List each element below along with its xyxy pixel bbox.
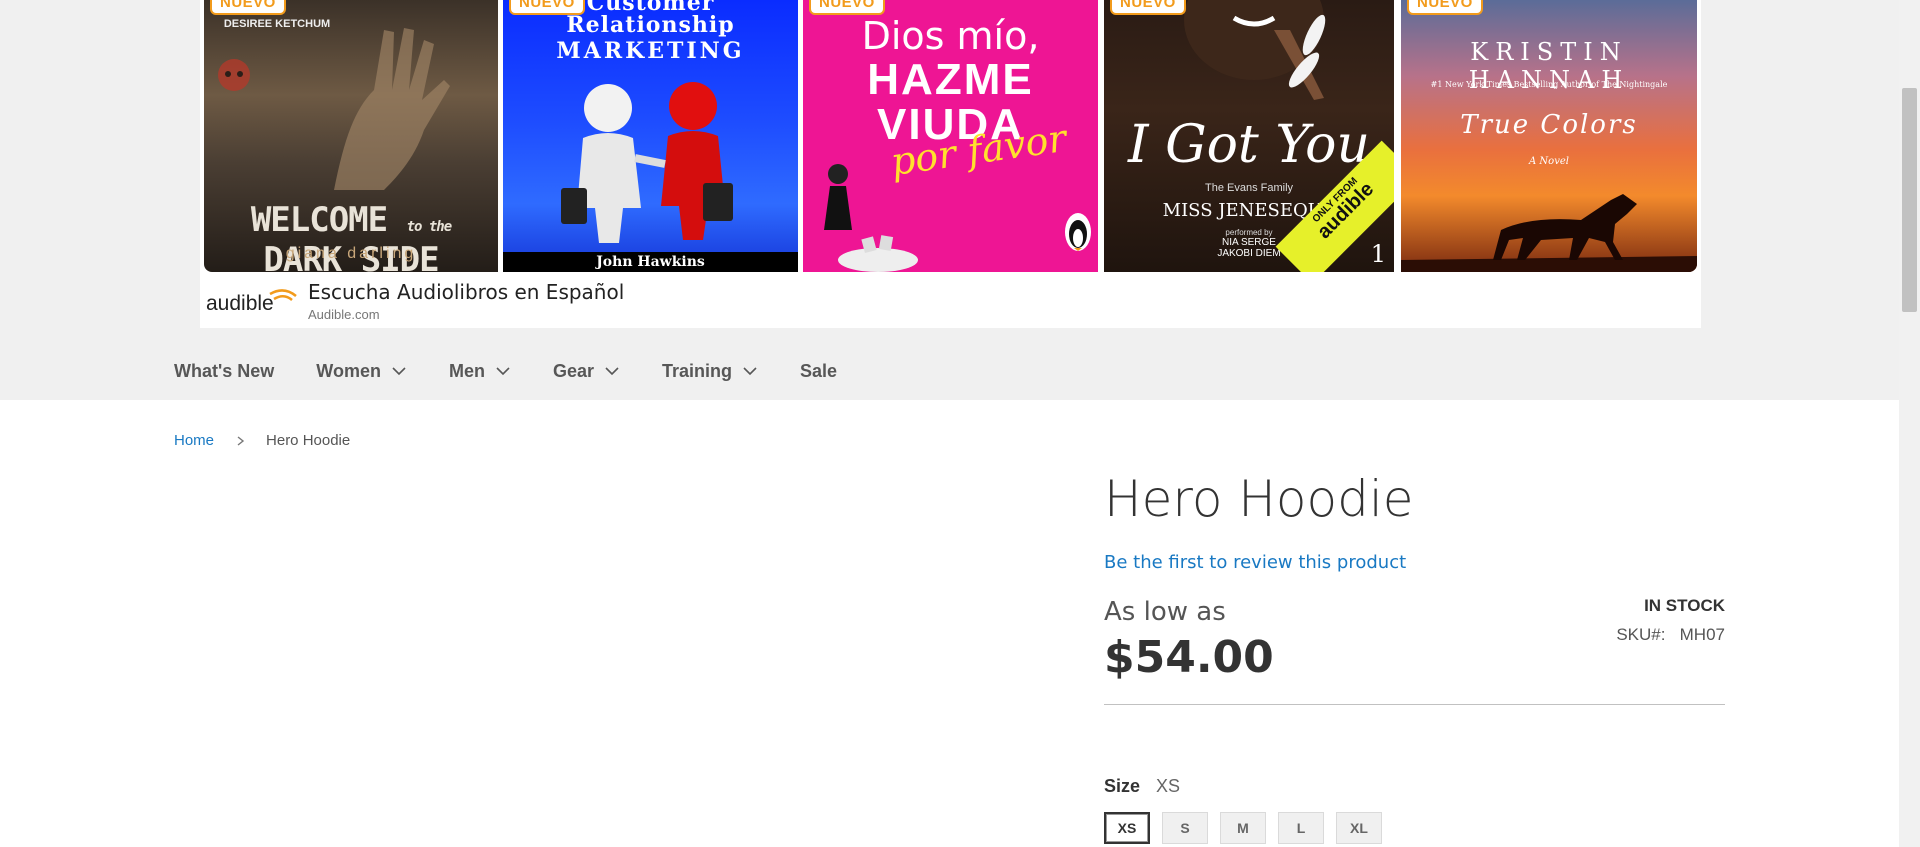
chevron-down-icon — [496, 367, 510, 376]
product-sku: SKU#: MH07 — [1545, 625, 1725, 645]
audible-ad-banner[interactable]: NUEVO DESIREE KETCHUM WELCOME to the DAR… — [200, 0, 1701, 328]
sku-label: SKU#: — [1616, 625, 1666, 644]
product-price: $54.00 — [1104, 632, 1274, 683]
book-title: I Got You — [1128, 115, 1370, 175]
nuevo-badge: NUEVO — [809, 0, 885, 15]
ad-footer[interactable]: audible Escucha Audiolibros en Español A… — [200, 272, 1701, 328]
book-title-line2: HAZME — [867, 55, 1034, 104]
review-link[interactable]: Be the first to review this product — [1104, 552, 1406, 573]
nav-item-label: What's New — [174, 360, 275, 381]
size-swatch-s[interactable]: S — [1162, 812, 1208, 844]
divider — [1104, 704, 1725, 705]
nav-item-training[interactable]: Training — [662, 361, 758, 382]
book-title-to-the: to the — [406, 219, 453, 235]
nav-item-label: Training — [662, 360, 733, 381]
hand-illustration — [334, 28, 450, 190]
book-title-welcome: WELCOME — [250, 200, 388, 240]
ad-headline[interactable]: Escucha Audiolibros en Español — [308, 280, 624, 304]
breadcrumb: Home Hero Hoodie — [174, 432, 350, 449]
horse-silhouette-illustration — [1401, 194, 1697, 272]
size-swatch-xs[interactable]: XS — [1104, 812, 1150, 844]
size-option-header: Size XS — [1104, 776, 1180, 797]
price-label: As low as — [1104, 597, 1226, 627]
book-subtitle: giana darling — [285, 245, 417, 262]
size-swatches: XS S M L XL — [1104, 812, 1394, 844]
nav-item-label: Sale — [800, 360, 838, 381]
size-swatch-xl[interactable]: XL — [1336, 812, 1382, 844]
face-hand-illustration — [1184, 0, 1326, 100]
breadcrumb-current: Hero Hoodie — [266, 432, 351, 449]
book-tagline: #1 New York Times Bestselling Author of … — [1430, 80, 1668, 89]
nuevo-badge: NUEVO — [210, 0, 286, 15]
chevron-down-icon — [605, 367, 619, 376]
main-navigation: What's New Women Men Gear Training Sale — [174, 358, 879, 384]
stock-status: IN STOCK — [1644, 596, 1725, 615]
size-label: Size — [1104, 776, 1141, 796]
breadcrumb-home-link[interactable]: Home — [174, 432, 214, 449]
book-title: True Colors — [1460, 110, 1638, 140]
chevron-down-icon — [392, 367, 406, 376]
nuevo-badge: NUEVO — [509, 0, 585, 15]
nuevo-badge: NUEVO — [1110, 0, 1186, 15]
nav-item-gear[interactable]: Gear — [553, 361, 620, 382]
book-cover-welcome-to-the-dark-side[interactable]: NUEVO DESIREE KETCHUM WELCOME to the DAR… — [204, 0, 498, 272]
book-cover-true-colors[interactable]: KRISTIN HANNAH NUEVO #1 New York Times B… — [1401, 0, 1697, 272]
nav-item-label: Men — [448, 360, 485, 381]
nav-item-label: Gear — [552, 360, 594, 381]
nav-item-women[interactable]: Women — [316, 361, 407, 382]
size-selected-value: XS — [1156, 776, 1181, 796]
svg-text:audible: audible — [206, 292, 274, 315]
nav-item-men[interactable]: Men — [449, 361, 511, 382]
handshake-figures-illustration — [561, 82, 733, 243]
book-subtitle: A Novel — [1529, 156, 1569, 167]
woman-illustration — [824, 164, 918, 272]
chevron-right-icon — [237, 435, 245, 446]
scrollbar-thumb[interactable] — [1902, 88, 1917, 312]
book-cover-customer-relationship-marketing[interactable]: Customer Relationship MARKETING NUEVO Jo… — [503, 0, 798, 272]
penguin-logo-icon — [1065, 213, 1091, 251]
nav-item-whats-new[interactable]: What's New — [174, 361, 274, 382]
nuevo-badge: NUEVO — [1407, 0, 1483, 15]
nav-item-sale[interactable]: Sale — [800, 361, 837, 382]
nav-item-label: Women — [316, 360, 381, 381]
product-title: Hero Hoodie — [1104, 470, 1414, 528]
book-title-line3: MARKETING — [556, 38, 745, 64]
book-cover-i-got-you[interactable]: NUEVO I Got You The Evans Family MISS JE… — [1104, 0, 1394, 272]
chevron-down-icon — [743, 367, 757, 376]
ad-url: Audible.com — [308, 307, 380, 322]
book-title-line2: Relationship — [566, 12, 735, 38]
book-cover-dios-mio-hazme-viuda[interactable]: NUEVO Dios mío, HAZME VIUDA por favor — [803, 0, 1098, 272]
size-swatch-m[interactable]: M — [1220, 812, 1266, 844]
book-title-line1: Dios mío, — [861, 14, 1040, 58]
sku-value: MH07 — [1679, 625, 1725, 644]
size-swatch-l[interactable]: L — [1278, 812, 1324, 844]
book-author: John Hawkins — [596, 254, 705, 270]
volume-number: 1 — [1370, 240, 1386, 268]
skull-emblem-icon — [218, 59, 250, 91]
audible-logo-icon: audible — [206, 289, 297, 315]
